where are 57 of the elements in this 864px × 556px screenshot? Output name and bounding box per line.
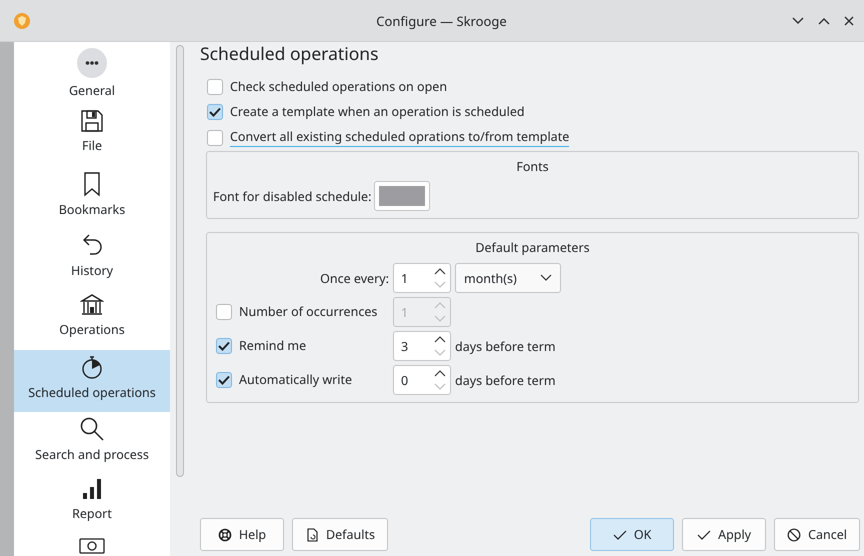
stepper-icon: [434, 335, 446, 357]
minimize-icon[interactable]: [792, 16, 804, 24]
bookmark-icon: [82, 170, 102, 197]
dialog-button[interactable]: OK: [590, 518, 674, 551]
chevron-down-icon: [540, 274, 552, 282]
more-icon: [77, 48, 107, 78]
spin-box[interactable]: 0: [393, 365, 451, 395]
lifebuoy-icon: [218, 528, 232, 542]
checkbox-label[interactable]: Remind me: [239, 337, 306, 355]
sidebar-item[interactable]: Bookmarks: [14, 166, 170, 228]
group-title: Fonts: [515, 158, 550, 177]
checkbox-label[interactable]: Automatically write: [239, 371, 352, 389]
dialog-button[interactable]: Help: [200, 518, 284, 551]
stepper-icon: [434, 369, 446, 391]
checkbox-label[interactable]: Convert all existing scheduled oprations to/from template: [230, 128, 570, 147]
window-title: Configure — Skrooge: [375, 12, 508, 30]
dialog-button[interactable]: Apply: [682, 518, 766, 551]
checkbox-label[interactable]: Check scheduled operations on open: [230, 78, 448, 96]
sidebar-item[interactable]: Operations: [14, 289, 170, 350]
sidebar-item[interactable]: History: [14, 228, 170, 290]
bar-chart-icon: [80, 477, 104, 502]
unit-label: days before term: [455, 338, 556, 354]
camera-icon: [79, 538, 105, 554]
checkbox[interactable]: [216, 338, 232, 354]
checkbox[interactable]: [207, 104, 223, 120]
spin-box[interactable]: 3: [393, 331, 451, 361]
font-button[interactable]: [374, 181, 430, 211]
close-icon[interactable]: [844, 16, 854, 26]
unit-label: days before term: [455, 372, 556, 388]
sidebar-item[interactable]: Scheduled operations: [14, 350, 170, 412]
dialog-button[interactable]: Defaults: [292, 518, 388, 551]
checkbox[interactable]: [207, 130, 223, 146]
document-icon: [305, 528, 319, 542]
checkbox[interactable]: [207, 79, 223, 95]
checkmark-icon: [697, 528, 712, 542]
page-title: Scheduled operations: [200, 42, 380, 66]
spin-box[interactable]: 1: [393, 263, 451, 293]
maximize-icon[interactable]: [818, 16, 830, 24]
font-label: Font for disabled schedule:: [213, 188, 372, 204]
unit-dropdown[interactable]: month(s): [455, 263, 561, 293]
checkbox-label[interactable]: Create a template when an operation is scheduled: [230, 103, 525, 121]
group-title: Default parameters: [474, 239, 591, 258]
sidebar-item[interactable]: General: [14, 44, 170, 106]
sidebar-item[interactable]: File: [14, 105, 170, 167]
stepper-icon: [434, 301, 446, 323]
checkmark-icon: [612, 528, 627, 542]
stepper-icon: [434, 267, 446, 289]
stopwatch-icon: [80, 354, 104, 380]
field-label: Once every:: [319, 270, 389, 286]
checkbox[interactable]: [216, 372, 232, 388]
cancel-icon: [787, 528, 802, 542]
sidebar-item[interactable]: Search and process: [14, 412, 170, 474]
bank-building-icon: [80, 293, 104, 318]
sidebar-item[interactable]: Report: [14, 473, 170, 534]
app-logo-icon: [13, 12, 31, 30]
search-icon: [79, 416, 105, 442]
dialog-button[interactable]: Cancel: [774, 518, 860, 551]
